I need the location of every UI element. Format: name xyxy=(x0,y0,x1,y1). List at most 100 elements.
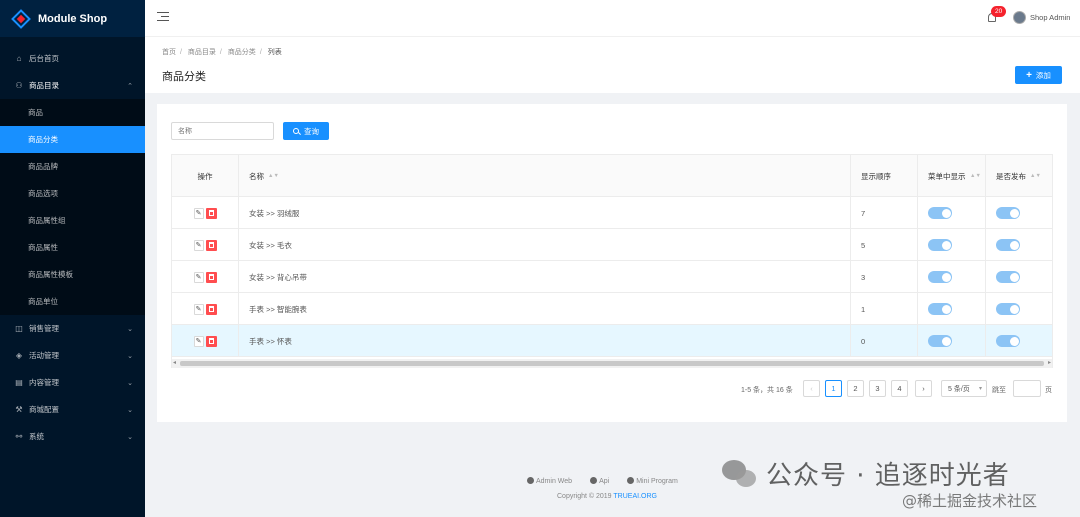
logo[interactable]: Module Shop xyxy=(0,0,145,37)
sort-icon[interactable]: ▲▼ xyxy=(970,173,981,179)
avatar[interactable] xyxy=(1013,11,1026,24)
sidebar-item-promotions[interactable]: ◈ 活动管理 ⌄ xyxy=(0,342,145,369)
row-menu-cell xyxy=(918,229,986,261)
footer-link-admin-web[interactable]: Admin Web xyxy=(527,477,572,485)
table-row: ✎ 手表 >> 怀表 0 xyxy=(172,325,1052,357)
delete-icon[interactable] xyxy=(205,335,217,347)
pagination-page-4[interactable]: 4 xyxy=(891,380,908,397)
column-header-menu[interactable]: 菜单中显示 ▲▼ xyxy=(918,155,986,197)
row-menu-cell xyxy=(918,261,986,293)
breadcrumb-categories[interactable]: 商品分类 xyxy=(228,49,256,56)
github-icon xyxy=(527,477,534,484)
publish-toggle[interactable] xyxy=(996,239,1020,251)
pagination-page-3[interactable]: 3 xyxy=(869,380,886,397)
sidebar-item-label: 系统 xyxy=(29,432,44,441)
wrench-icon: ⚒ xyxy=(15,405,23,414)
pagination-page-2[interactable]: 2 xyxy=(847,380,864,397)
sidebar-subitem-products[interactable]: 商品 xyxy=(0,99,145,126)
column-header-name[interactable]: 名称 ▲▼ xyxy=(239,155,851,197)
sidebar-item-system[interactable]: ⚯ 系统 ⌄ xyxy=(0,423,145,450)
app-title: Module Shop xyxy=(38,12,108,25)
sidebar-subitem-attribute-groups[interactable]: 商品属性组 xyxy=(0,207,145,234)
sidebar-item-content[interactable]: ▤ 内容管理 ⌄ xyxy=(0,369,145,396)
scroll-left-icon[interactable]: ◂ xyxy=(173,359,176,366)
menu-toggle[interactable] xyxy=(928,303,952,315)
sidebar-item-catalog[interactable]: ⚇ 商品目录 ⌃ xyxy=(0,72,145,99)
publish-toggle[interactable] xyxy=(996,207,1020,219)
add-button[interactable]: + 添加 xyxy=(1015,66,1062,84)
row-name: 女装 >> 毛衣 xyxy=(239,229,851,261)
github-icon xyxy=(590,477,598,484)
pagination-total: 1-5 条，共 16 条 xyxy=(741,387,793,394)
table-row: ✎ 手表 >> 智能腕表 1 xyxy=(172,293,1052,325)
horizontal-scrollbar[interactable]: ◂ ▸ xyxy=(172,359,1052,368)
edit-icon[interactable]: ✎ xyxy=(193,271,204,283)
column-label: 名称 xyxy=(249,171,264,181)
delete-icon[interactable] xyxy=(205,271,217,283)
sidebar: Module Shop ⌂ 后台首页 ⚇ 商品目录 ⌃ 商品 商品分类 商品品牌… xyxy=(0,0,145,517)
sidebar-subitem-attributes[interactable]: 商品属性 xyxy=(0,234,145,261)
sidebar-item-dashboard[interactable]: ⌂ 后台首页 xyxy=(0,45,145,72)
delete-icon[interactable] xyxy=(205,303,217,315)
chevron-down-icon: ⌄ xyxy=(127,325,133,333)
pagination-prev[interactable]: ‹ xyxy=(803,380,820,397)
user-name[interactable]: Shop Admin xyxy=(1030,13,1070,22)
edit-icon[interactable]: ✎ xyxy=(193,207,204,219)
menu-fold-icon[interactable] xyxy=(157,12,169,24)
sidebar-subitem-units[interactable]: 商品单位 xyxy=(0,288,145,315)
search-button[interactable]: 查询 xyxy=(283,122,329,140)
sidebar-item-shop-config[interactable]: ⚒ 商城配置 ⌄ xyxy=(0,396,145,423)
scrollbar-thumb[interactable] xyxy=(180,361,1044,366)
pagination-page-1[interactable]: 1 xyxy=(825,380,842,397)
github-icon xyxy=(627,477,635,484)
breadcrumb-home[interactable]: 首页 xyxy=(162,49,176,56)
sort-icon[interactable]: ▲▼ xyxy=(1030,173,1041,179)
cluster-icon: ⚯ xyxy=(15,432,23,441)
menu-toggle[interactable] xyxy=(928,271,952,283)
row-name: 女装 >> 背心吊带 xyxy=(239,261,851,293)
delete-icon[interactable] xyxy=(205,207,217,219)
row-menu-cell xyxy=(918,293,986,325)
doc-icon: ▤ xyxy=(15,378,23,387)
row-actions: ✎ xyxy=(172,261,239,293)
chevron-down-icon: ⌄ xyxy=(127,406,133,414)
menu-toggle[interactable] xyxy=(928,335,952,347)
sidebar-subitem-brands[interactable]: 商品品牌 xyxy=(0,153,145,180)
breadcrumb-catalog[interactable]: 商品目录 xyxy=(188,49,216,56)
category-table: 操作 名称 ▲▼ 显示顺序 菜单中显示 ▲▼ 是否发布 ▲▼ ✎ 女装 >> 羽绒服 … xyxy=(171,154,1053,368)
publish-toggle[interactable] xyxy=(996,303,1020,315)
wechat-watermark-text: 公众号 · 追逐时光者 xyxy=(766,461,1010,491)
edit-icon[interactable]: ✎ xyxy=(193,335,204,347)
column-header-publish[interactable]: 是否发布 ▲▼ xyxy=(986,155,1052,197)
edit-icon[interactable]: ✎ xyxy=(193,303,204,315)
content-card: 查询 操作 名称 ▲▼ 显示顺序 菜单中显示 ▲▼ 是否发布 ▲▼ ✎ 女装 >> 羽… xyxy=(157,104,1067,422)
edit-icon[interactable]: ✎ xyxy=(193,239,204,251)
copyright: Copyright © 2019 TRUEAI.ORG xyxy=(557,493,657,500)
sidebar-item-sales[interactable]: ◫ 销售管理 ⌄ xyxy=(0,315,145,342)
notification-badge: 20 xyxy=(991,6,1007,17)
row-actions: ✎ xyxy=(172,325,239,357)
delete-icon[interactable] xyxy=(205,239,217,251)
menu-toggle[interactable] xyxy=(928,207,952,219)
row-order: 3 xyxy=(851,261,918,293)
sidebar-subitem-categories[interactable]: 商品分类 xyxy=(0,126,145,153)
column-header-ops: 操作 xyxy=(172,155,239,197)
menu-toggle[interactable] xyxy=(928,239,952,251)
footer-link-api[interactable]: Api xyxy=(590,477,609,485)
footer-link-mini-program[interactable]: Mini Program xyxy=(627,477,678,485)
sidebar-subitem-attribute-templates[interactable]: 商品属性模板 xyxy=(0,261,145,288)
page-size-select[interactable]: 5 条/页 ▾ xyxy=(941,380,987,397)
jump-input[interactable] xyxy=(1013,380,1041,397)
publish-toggle[interactable] xyxy=(996,335,1020,347)
search-input[interactable] xyxy=(171,122,274,140)
pagination-next[interactable]: › xyxy=(915,380,932,397)
sort-icon[interactable]: ▲▼ xyxy=(268,173,279,179)
copyright-org-link[interactable]: TRUEAI.ORG xyxy=(613,493,657,500)
sidebar-item-label: 商城配置 xyxy=(29,405,59,414)
publish-toggle[interactable] xyxy=(996,271,1020,283)
home-icon: ⌂ xyxy=(16,54,22,63)
row-publish-cell xyxy=(986,229,1052,261)
sidebar-subitem-options[interactable]: 商品选项 xyxy=(0,180,145,207)
sitemap-icon: ⚇ xyxy=(15,81,23,90)
scroll-right-icon[interactable]: ▸ xyxy=(1048,359,1051,366)
